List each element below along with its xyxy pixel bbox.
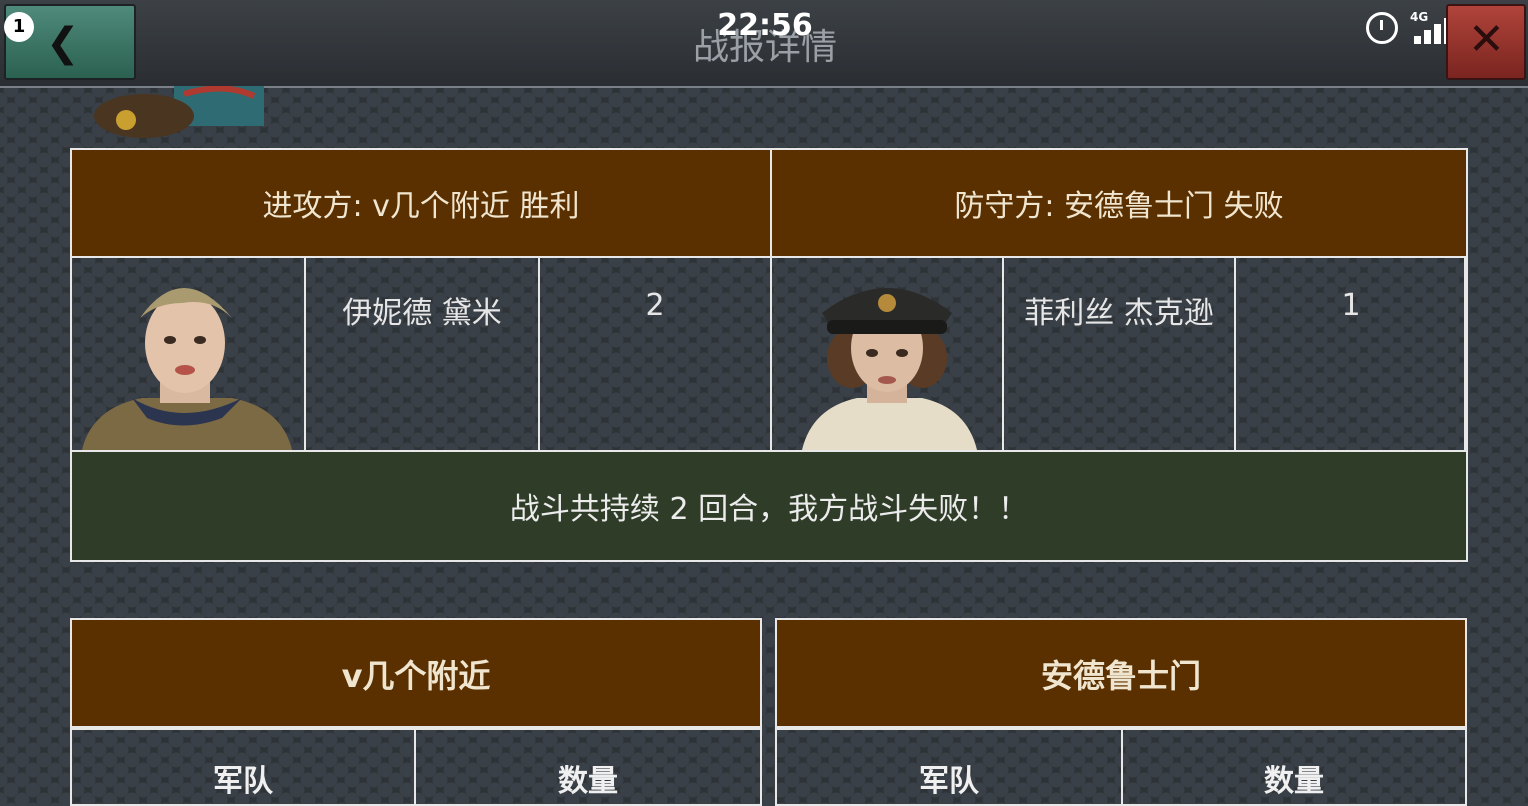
troops-column-header: 军队 [775, 726, 1123, 806]
commander-avatar [802, 288, 977, 450]
commander-avatar [82, 288, 292, 450]
status-time: 22:56 [717, 8, 813, 43]
attacker-commander-count: 2 [538, 256, 772, 452]
troops-column-header: 军队 [70, 726, 416, 806]
chevron-left-icon: ❮ [46, 20, 80, 66]
defender-header: 防守方: 安德鲁士门 失败 [770, 148, 1468, 258]
count-column-header: 数量 [1121, 726, 1467, 806]
defender-team-name: 安德鲁士门 [775, 618, 1467, 730]
unit-sprite [94, 86, 264, 138]
attacker-header: 进攻方: v几个附近 胜利 [70, 148, 772, 258]
defender-commander-count: 1 [1234, 256, 1468, 452]
defender-forces-table: 安德鲁士门 军队 数量 [775, 618, 1467, 806]
alarm-icon [1366, 12, 1398, 44]
close-icon: ✕ [1468, 14, 1505, 65]
attacker-forces-table: v几个附近 军队 数量 [70, 618, 762, 806]
defender-portrait[interactable] [770, 256, 1004, 452]
count-column-header: 数量 [414, 726, 762, 806]
attacker-team-name: v几个附近 [70, 618, 762, 730]
attacker-commander-name: 伊妮德 黛米 [304, 256, 540, 452]
battle-report-table: 进攻方: v几个附近 胜利 防守方: 安德鲁士门 失败 伊妮德 黛米 2 菲利丝… [70, 148, 1468, 562]
battle-result-text: 战斗共持续 2 回合，我方战斗失败！！ [70, 450, 1468, 562]
notification-badge: 1 [4, 12, 34, 42]
close-button[interactable]: ✕ [1446, 4, 1526, 80]
attacker-portrait[interactable] [70, 256, 306, 452]
defender-commander-name: 菲利丝 杰克逊 [1002, 256, 1236, 452]
